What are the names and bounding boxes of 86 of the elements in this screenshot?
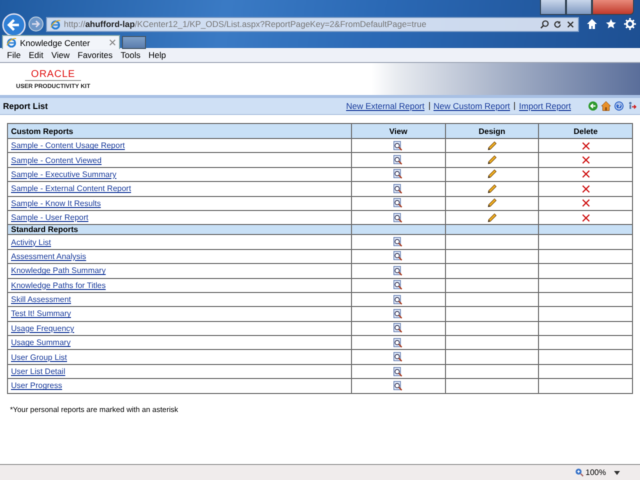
pencil-icon[interactable]: [486, 184, 497, 194]
browser-icon: [6, 37, 17, 48]
report-link[interactable]: User Group List: [11, 352, 68, 362]
delete-icon[interactable]: [580, 155, 591, 166]
address-bar[interactable]: http://ahufford-lap/KCenter12_1/KP_ODS/List.aspx?ReportPageKey=2&FromDefaultPage=true: [46, 16, 580, 32]
address-text: http://ahufford-lap/KCenter12_1/KP_ODS/List.aspx?ReportPageKey=2&FromDefaultPage=true: [64, 19, 428, 29]
zoom-icon: [574, 468, 584, 477]
report-link[interactable]: Test It! Summary: [11, 309, 72, 318]
view-report-icon[interactable]: [393, 251, 404, 262]
view-report-icon[interactable]: [393, 212, 404, 223]
view-report-icon[interactable]: [393, 184, 404, 194]
delete-icon[interactable]: [580, 184, 591, 194]
help-icon[interactable]: [614, 101, 624, 111]
view-report-icon[interactable]: [393, 198, 404, 208]
pencil-icon[interactable]: [486, 155, 497, 166]
pencil-icon[interactable]: [486, 169, 497, 180]
view-report-icon[interactable]: [393, 280, 404, 290]
view-report-icon[interactable]: [393, 366, 404, 377]
report-link[interactable]: Knowledge Path Summary: [11, 266, 106, 276]
report-link[interactable]: User List Detail: [11, 367, 66, 376]
zoom-control[interactable]: 100%: [574, 468, 620, 477]
report-link[interactable]: Sample - User Report: [11, 213, 88, 222]
menu-item[interactable]: View: [50, 50, 71, 60]
view-report-icon[interactable]: [393, 308, 404, 319]
view-report-icon[interactable]: [393, 338, 404, 348]
back-icon[interactable]: [588, 101, 598, 111]
logo-brand: ORACLE: [25, 68, 82, 80]
pencil-icon[interactable]: [486, 212, 497, 223]
menu-item[interactable]: Help: [147, 50, 167, 60]
view-report-icon[interactable]: [393, 294, 404, 305]
forward-button[interactable]: [28, 16, 44, 32]
delete-icon[interactable]: [580, 169, 591, 180]
browser-icon: [50, 18, 61, 30]
delete-icon[interactable]: [580, 198, 591, 208]
stop-icon[interactable]: [566, 20, 576, 28]
view-report-icon[interactable]: [393, 155, 404, 166]
report-link[interactable]: Usage Frequency: [11, 324, 74, 333]
column-header: View: [351, 124, 446, 138]
report-link[interactable]: Skill Assessment: [11, 295, 72, 304]
menu-item[interactable]: File: [6, 50, 22, 60]
view-report-icon[interactable]: [393, 140, 404, 151]
report-link[interactable]: Sample - Executive Summary: [11, 170, 116, 179]
report-link[interactable]: New External Report: [346, 101, 424, 111]
report-link[interactable]: Knowledge Paths for Titles: [11, 280, 106, 290]
maximize-button[interactable]: [566, 0, 592, 15]
view-report-icon[interactable]: [393, 323, 404, 334]
column-header: Delete: [538, 124, 632, 138]
delete-icon[interactable]: [580, 140, 591, 151]
view-report-icon[interactable]: [393, 266, 404, 276]
home-icon[interactable]: [586, 18, 598, 30]
minimize-button[interactable]: [540, 0, 566, 15]
exit-icon[interactable]: [627, 101, 637, 111]
home-icon[interactable]: [601, 101, 611, 111]
column-header: Design: [445, 124, 539, 138]
pencil-icon[interactable]: [486, 198, 497, 208]
report-link[interactable]: User Progress: [11, 381, 62, 390]
report-link[interactable]: New Custom Report: [434, 101, 510, 111]
view-report-icon[interactable]: [393, 237, 404, 248]
view-report-icon[interactable]: [393, 169, 404, 180]
report-link[interactable]: Usage Summary: [11, 338, 71, 348]
report-link[interactable]: Activity List: [11, 238, 52, 247]
report-link[interactable]: Import Report: [519, 101, 571, 111]
new-tab-button[interactable]: [122, 36, 146, 49]
report-link[interactable]: Sample - Content Viewed: [11, 156, 102, 165]
menu-item[interactable]: Tools: [120, 50, 142, 60]
page-title: Report List: [3, 101, 49, 111]
star-icon[interactable]: [605, 18, 618, 30]
settings-icon[interactable]: [624, 18, 636, 30]
menu-item[interactable]: Favorites: [76, 50, 114, 60]
column-header: Custom Reports: [8, 124, 352, 138]
close-icon[interactable]: [109, 39, 116, 46]
caret-icon: [614, 470, 620, 474]
view-report-icon[interactable]: [393, 380, 404, 391]
close-button[interactable]: [592, 0, 634, 15]
view-report-icon[interactable]: [393, 352, 404, 362]
report-link[interactable]: Assessment Analysis: [11, 252, 86, 261]
report-link[interactable]: Sample - Know It Results: [11, 198, 101, 208]
section-header: Standard Reports: [8, 224, 352, 235]
browser-tab[interactable]: Knowledge Center: [2, 35, 120, 49]
search-icon[interactable]: [540, 20, 550, 28]
refresh-icon[interactable]: [553, 20, 562, 28]
back-button[interactable]: [2, 13, 26, 37]
tab-title: Knowledge Center: [20, 38, 91, 48]
pencil-icon[interactable]: [486, 140, 497, 151]
menu-item[interactable]: Edit: [28, 50, 44, 60]
delete-icon[interactable]: [580, 212, 591, 223]
